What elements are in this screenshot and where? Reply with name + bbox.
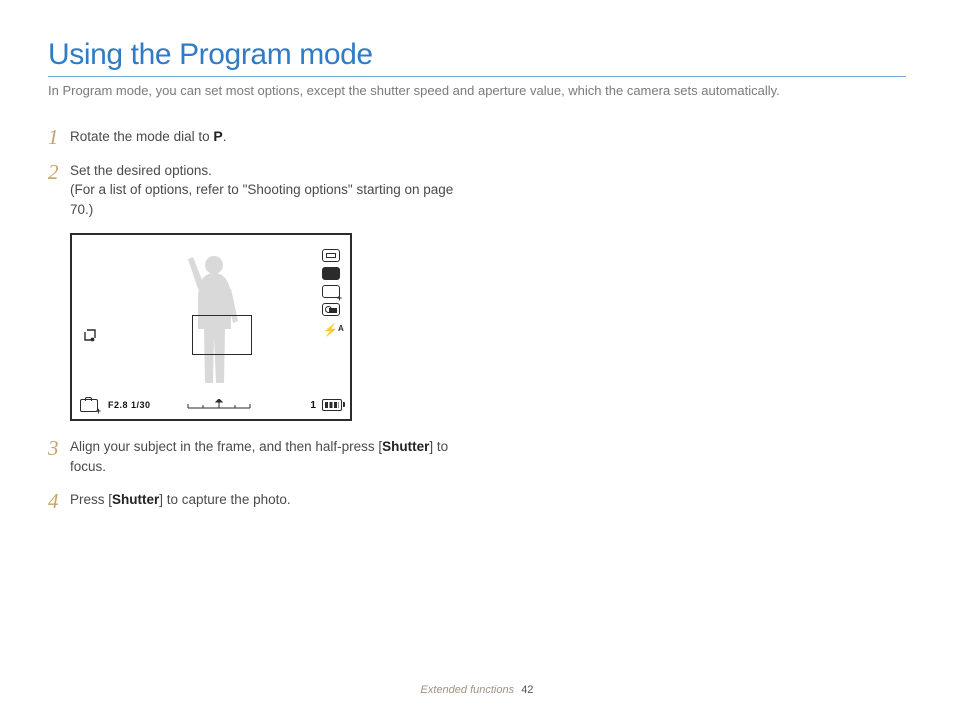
exposure-comp-icon [322, 285, 340, 298]
step-2: 2 Set the desired options. (For a list o… [48, 161, 478, 220]
page-title: Using the Program mode [48, 38, 906, 72]
step-text-after: . [223, 129, 227, 144]
exposure-readout: F2.8 1/30 [108, 400, 151, 410]
step-3: 3 Align your subject in the frame, and t… [48, 437, 478, 476]
step-text-line2: (For a list of options, refer to "Shooti… [70, 182, 453, 217]
step-1: 1 Rotate the mode dial to P. [48, 126, 478, 147]
step-number: 2 [48, 157, 59, 187]
shutter-label: Shutter [112, 492, 159, 507]
ordered-steps-cont: 3 Align your subject in the frame, and t… [48, 437, 478, 510]
step-number: 3 [48, 433, 59, 463]
quality-icon [322, 267, 340, 280]
step-text: Rotate the mode dial to [70, 129, 213, 144]
lcd-preview: ⚡ᴬ F2.8 1/30 1 [70, 233, 478, 421]
shots-remaining: 1 [310, 400, 316, 411]
footer-page-number: 42 [521, 684, 533, 696]
step-text-before: Press [ [70, 492, 112, 507]
focus-rectangle-icon [192, 315, 252, 355]
shutter-label: Shutter [382, 439, 429, 454]
ordered-steps: 1 Rotate the mode dial to P. 2 Set the d… [48, 126, 478, 219]
exposure-meter-icon [186, 399, 252, 411]
left-column: 1 Rotate the mode dial to P. 2 Set the d… [48, 126, 478, 510]
size-icon [322, 249, 340, 262]
step-text-before: Align your subject in the frame, and the… [70, 439, 382, 454]
step-number: 4 [48, 486, 59, 516]
footer-section: Extended functions [421, 684, 515, 696]
flash-auto-icon: ⚡ᴬ [323, 323, 341, 337]
step-4: 4 Press [Shutter] to capture the photo. [48, 490, 478, 510]
battery-icon [322, 399, 342, 411]
step-text-line1: Set the desired options. [70, 163, 212, 178]
page-footer: Extended functions 42 [0, 684, 954, 696]
step-text-after: ] to capture the photo. [159, 492, 290, 507]
metering-icon [322, 303, 340, 316]
lcd-screen: ⚡ᴬ F2.8 1/30 1 [70, 233, 352, 421]
title-rule [48, 76, 906, 77]
step-number: 1 [48, 122, 59, 152]
image-stabilization-icon [82, 327, 98, 343]
lcd-bottom-row: F2.8 1/30 1 [80, 397, 342, 413]
p-mode-icon: P [213, 128, 222, 144]
intro-text: In Program mode, you can set most option… [48, 83, 906, 98]
camera-plus-icon [80, 399, 98, 412]
